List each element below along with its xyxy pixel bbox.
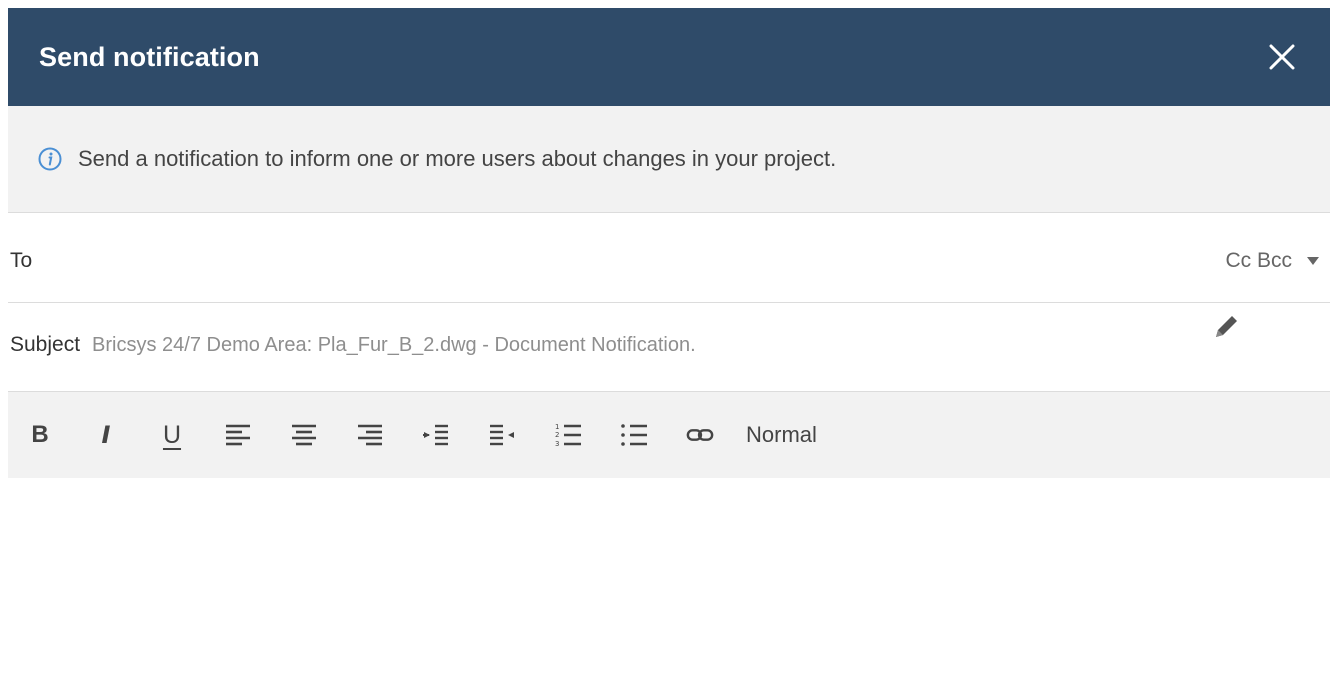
- align-right-button[interactable]: [356, 419, 384, 451]
- ordered-list-icon: 123: [555, 423, 581, 448]
- indent-button[interactable]: [422, 419, 450, 451]
- message-body-editor[interactable]: [8, 478, 1330, 699]
- outdent-button[interactable]: [488, 419, 516, 451]
- svg-text:2: 2: [555, 431, 559, 439]
- align-left-button[interactable]: [224, 419, 252, 451]
- close-icon: [1269, 44, 1295, 70]
- send-notification-dialog: Send notification Send a notification to…: [8, 8, 1330, 700]
- subject-field-row: Subject Bricsys 24/7 Demo Area: Pla_Fur_…: [8, 303, 1330, 392]
- bold-button[interactable]: B: [26, 419, 54, 451]
- svg-text:1: 1: [555, 423, 559, 431]
- bullet-list-icon: [621, 424, 647, 446]
- link-icon: [686, 429, 714, 441]
- svg-text:3: 3: [555, 440, 559, 448]
- to-field-row[interactable]: To Cc Bcc: [8, 213, 1330, 303]
- editor-toolbar: B I U 1 2 3 Normal: [8, 392, 1330, 478]
- info-message: Send a notification to inform one or mor…: [78, 146, 837, 171]
- to-label: To: [10, 248, 33, 272]
- subject-field[interactable]: Subject Bricsys 24/7 Demo Area: Pla_Fur_…: [10, 333, 696, 357]
- edit-subject-button[interactable]: [1212, 311, 1242, 341]
- italic-button[interactable]: I: [92, 419, 120, 451]
- caret-down-icon: [1306, 256, 1320, 266]
- link-button[interactable]: [686, 419, 714, 451]
- dialog-header: Send notification: [8, 8, 1330, 106]
- subject-label: Subject: [10, 333, 81, 356]
- text-format-select[interactable]: Normal: [746, 422, 817, 448]
- underline-button[interactable]: U: [158, 419, 186, 451]
- ordered-list-button[interactable]: 123: [554, 419, 582, 451]
- close-button[interactable]: [1264, 39, 1300, 75]
- align-center-button[interactable]: [290, 419, 318, 451]
- outdent-icon: [490, 424, 514, 446]
- cc-bcc-toggle[interactable]: Cc Bcc: [1225, 249, 1320, 273]
- subject-input[interactable]: Bricsys 24/7 Demo Area: Pla_Fur_B_2.dwg …: [92, 334, 696, 357]
- indent-icon: [423, 424, 448, 446]
- cc-bcc-label: Cc Bcc: [1225, 248, 1292, 272]
- pencil-icon: [1216, 316, 1237, 337]
- align-center-icon: [292, 424, 316, 446]
- bullet-list-button[interactable]: [620, 419, 648, 451]
- info-icon: [38, 147, 62, 171]
- info-banner: Send a notification to inform one or mor…: [8, 106, 1330, 213]
- align-right-icon: [358, 424, 382, 446]
- dialog-title: Send notification: [39, 41, 260, 72]
- align-left-icon: [226, 424, 250, 446]
